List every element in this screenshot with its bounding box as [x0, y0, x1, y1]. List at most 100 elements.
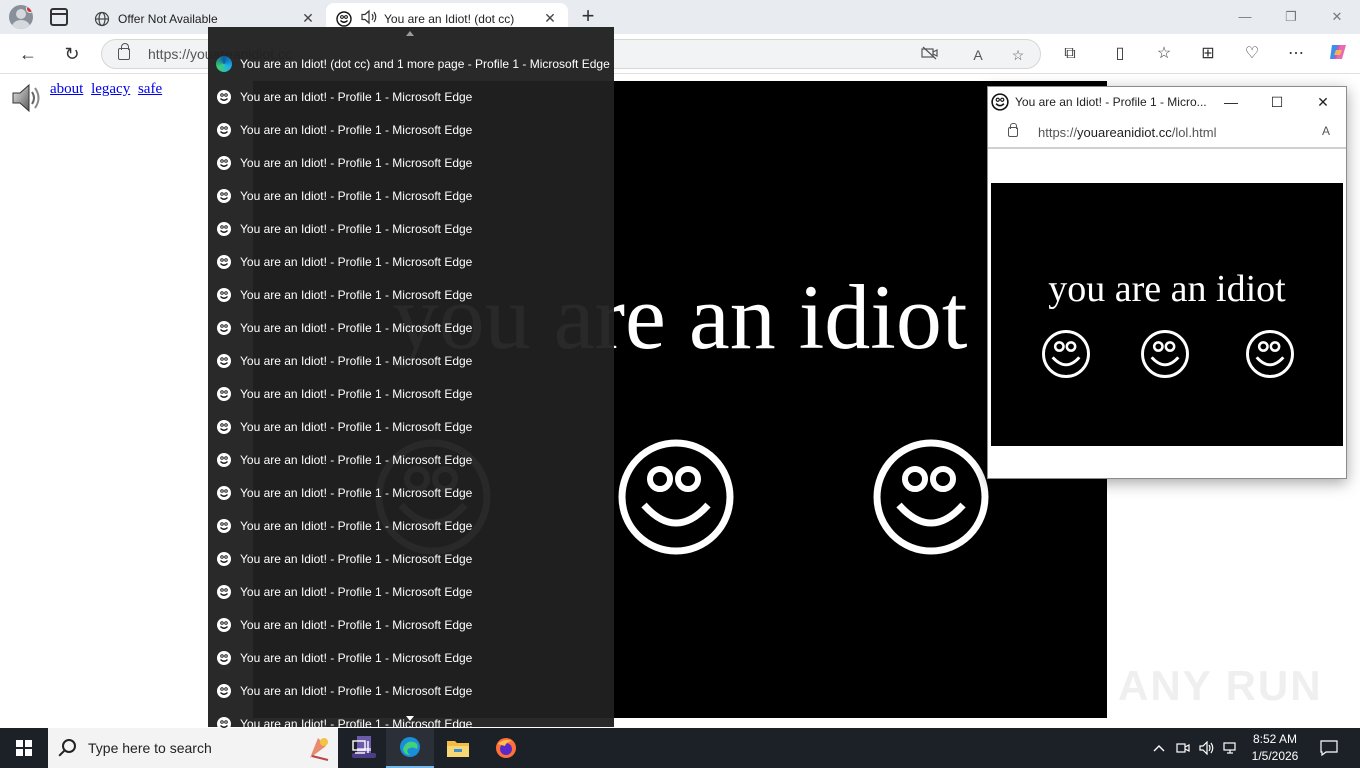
window-list-item[interactable]: You are an Idiot! - Profile 1 - Microsof…	[208, 212, 614, 245]
windows-taskbar: Type here to search 8:52 AM 1/5/2026	[0, 728, 1360, 768]
edge-taskbar-icon[interactable]	[386, 728, 434, 768]
window-list-item-title: You are an Idiot! - Profile 1 - Microsof…	[240, 584, 473, 599]
window-list-item[interactable]: You are an Idiot! - Profile 1 - Microsof…	[208, 344, 614, 377]
smiley-icon	[991, 93, 1009, 111]
lock-icon[interactable]	[1008, 123, 1018, 137]
restore-button[interactable]: ❐	[1268, 0, 1314, 34]
window-list-item[interactable]: You are an Idiot! - Profile 1 - Microsof…	[208, 509, 614, 542]
window-list-header-title: You are an Idiot! (dot cc) and 1 more pa…	[240, 56, 610, 71]
globe-icon	[94, 11, 110, 27]
window-list-item[interactable]: You are an Idiot! - Profile 1 - Microsof…	[208, 641, 614, 674]
window-list-item-title: You are an Idiot! - Profile 1 - Microsof…	[240, 386, 473, 401]
window-list-item[interactable]: You are an Idiot! - Profile 1 - Microsof…	[208, 608, 614, 641]
window-list-item-title: You are an Idiot! - Profile 1 - Microsof…	[240, 122, 473, 137]
copilot-icon[interactable]	[1326, 42, 1350, 66]
window-list-item[interactable]: You are an Idiot! - Profile 1 - Microsof…	[208, 113, 614, 146]
network-icon[interactable]	[1220, 728, 1242, 768]
window-list-item-title: You are an Idiot! - Profile 1 - Microsof…	[240, 650, 473, 665]
tab-actions-icon[interactable]	[50, 8, 68, 26]
window-list-header[interactable]: You are an Idiot! (dot cc) and 1 more pa…	[208, 47, 614, 80]
scroll-down-icon[interactable]	[406, 716, 414, 721]
tab-close-icon[interactable]: ✕	[300, 10, 316, 26]
read-aloud-icon[interactable]: A	[968, 45, 988, 65]
chevron-up-icon[interactable]	[1148, 728, 1170, 768]
window-list-item[interactable]: You are an Idiot! - Profile 1 - Microsof…	[208, 542, 614, 575]
start-button[interactable]	[0, 728, 48, 768]
window-list-items: You are an Idiot! - Profile 1 - Microsof…	[208, 80, 614, 740]
back-button[interactable]: ←	[14, 40, 42, 68]
window-list-item-title: You are an Idiot! - Profile 1 - Microsof…	[240, 89, 473, 104]
search-highlight-icon	[310, 738, 329, 761]
smiley-icon	[1141, 330, 1189, 378]
smiley-icon	[216, 584, 232, 600]
smiley-icon	[216, 518, 232, 534]
window-list-item[interactable]: You are an Idiot! - Profile 1 - Microsof…	[208, 443, 614, 476]
window-list-item[interactable]: You are an Idiot! - Profile 1 - Microsof…	[208, 146, 614, 179]
notifications-icon[interactable]	[1312, 728, 1346, 768]
smiley-icon	[216, 650, 232, 666]
window-list-item[interactable]: You are an Idiot! - Profile 1 - Microsof…	[208, 575, 614, 608]
collections-icon[interactable]: ⊞	[1196, 42, 1220, 66]
performance-icon[interactable]: ♡	[1240, 42, 1264, 66]
window-list-item[interactable]: You are an Idiot! - Profile 1 - Microsof…	[208, 674, 614, 707]
reload-button[interactable]: ↻	[58, 40, 86, 68]
window-list-item[interactable]: You are an Idiot! - Profile 1 - Microsof…	[208, 80, 614, 113]
taskbar-clock[interactable]: 8:52 AM 1/5/2026	[1244, 731, 1306, 765]
link-about[interactable]: about	[50, 81, 83, 97]
tab-close-icon[interactable]: ✕	[542, 10, 558, 26]
file-explorer-icon[interactable]	[434, 728, 482, 768]
window-list-item[interactable]: You are an Idiot! - Profile 1 - Microsof…	[208, 410, 614, 443]
popup-address-bar[interactable]: https://youareanidiot.cc/lol.html A	[988, 117, 1346, 149]
volume-icon[interactable]	[1196, 728, 1218, 768]
window-list-item-title: You are an Idiot! - Profile 1 - Microsof…	[240, 287, 473, 302]
extensions-icon[interactable]: ⧉	[1058, 42, 1082, 66]
lock-icon[interactable]	[118, 43, 130, 60]
clock-date: 1/5/2026	[1251, 749, 1299, 763]
popup-minimize-button[interactable]: —	[1208, 87, 1254, 117]
firefox-icon[interactable]	[482, 728, 530, 768]
read-aloud-icon[interactable]: A	[1322, 124, 1330, 138]
smiley-icon	[216, 320, 232, 336]
window-list-item[interactable]: You are an Idiot! - Profile 1 - Microsof…	[208, 245, 614, 278]
window-list-item-title: You are an Idiot! - Profile 1 - Microsof…	[240, 353, 473, 368]
popup-close-button[interactable]: ✕	[1300, 87, 1346, 117]
window-list-item-title: You are an Idiot! - Profile 1 - Microsof…	[240, 221, 473, 236]
window-list-item-title: You are an Idiot! - Profile 1 - Microsof…	[240, 683, 473, 698]
window-list-item-title: You are an Idiot! - Profile 1 - Microsof…	[240, 320, 473, 335]
favorite-star-icon[interactable]: ☆	[1008, 45, 1028, 65]
favorites-icon[interactable]: ☆	[1152, 42, 1176, 66]
taskbar-search[interactable]: Type here to search	[48, 728, 376, 768]
minimize-button[interactable]: —	[1222, 0, 1268, 34]
window-list-item[interactable]: You are an Idiot! - Profile 1 - Microsof…	[208, 476, 614, 509]
nav-links: about legacy safe	[50, 81, 166, 98]
close-window-button[interactable]: ✕	[1314, 0, 1360, 34]
window-list-item[interactable]: You are an Idiot! - Profile 1 - Microsof…	[208, 311, 614, 344]
link-legacy[interactable]: legacy	[91, 81, 130, 97]
popup-window[interactable]: You are an Idiot! - Profile 1 - Micro...…	[987, 86, 1347, 479]
meet-now-icon[interactable]	[1172, 728, 1194, 768]
window-list-item[interactable]: You are an Idiot! - Profile 1 - Microsof…	[208, 179, 614, 212]
speaker-icon[interactable]	[360, 9, 378, 28]
browser-titlebar: Offer Not Available ✕ You are an Idiot! …	[0, 0, 1360, 34]
search-icon	[62, 739, 76, 753]
link-safe[interactable]: safe	[138, 81, 162, 97]
window-list-item[interactable]: You are an Idiot! - Profile 1 - Microsof…	[208, 278, 614, 311]
split-screen-icon[interactable]: ▯	[1108, 42, 1132, 66]
more-icon[interactable]: ⋯	[1284, 42, 1308, 66]
task-view-icon[interactable]	[338, 728, 386, 768]
window-list-item-title: You are an Idiot! - Profile 1 - Microsof…	[240, 419, 473, 434]
tab-title: You are an Idiot! (dot cc)	[384, 11, 515, 26]
profile-avatar-icon[interactable]	[9, 5, 33, 29]
popup-url[interactable]: https://youareanidiot.cc/lol.html	[1038, 125, 1217, 140]
new-tab-button[interactable]: +	[578, 5, 598, 29]
scroll-up-icon[interactable]	[406, 31, 414, 36]
popup-maximize-button[interactable]: ☐	[1254, 87, 1300, 117]
smiley-icon	[216, 122, 232, 138]
speaker-icon	[10, 81, 44, 115]
window-list-item-title: You are an Idiot! - Profile 1 - Microsof…	[240, 518, 473, 533]
camera-off-icon[interactable]	[920, 45, 940, 65]
browser-toolbar: ← ↻ https://youareanidiot.cc A ☆ ⧉ ▯ ☆ ⊞…	[0, 34, 1360, 74]
smiley-icon	[336, 10, 352, 27]
search-placeholder[interactable]: Type here to search	[88, 740, 212, 756]
window-list-item[interactable]: You are an Idiot! - Profile 1 - Microsof…	[208, 377, 614, 410]
